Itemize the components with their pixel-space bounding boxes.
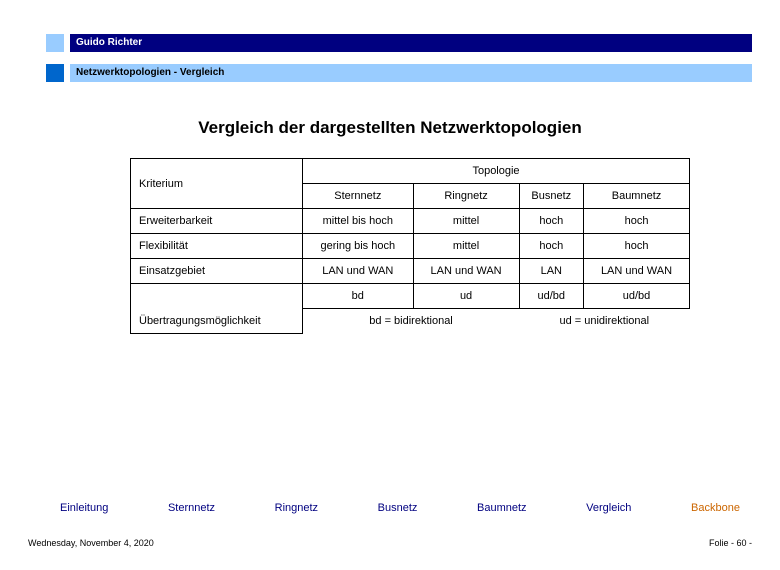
col-sternnetz: Sternnetz bbox=[303, 184, 414, 209]
table-row: Erweiterbarkeit mittel bis hoch mittel h… bbox=[131, 209, 690, 234]
cell: ud/bd bbox=[584, 284, 690, 309]
page-title: Vergleich der dargestellten Netzwerktopo… bbox=[0, 118, 780, 138]
row-label-ubertragung: Übertragungsmöglichkeit bbox=[131, 309, 303, 334]
decor-square-light bbox=[46, 34, 64, 52]
decor-square-blue bbox=[46, 64, 64, 82]
col-baumnetz: Baumnetz bbox=[584, 184, 690, 209]
col-busnetz: Busnetz bbox=[519, 184, 583, 209]
legend-bd: bd = bidirektional bbox=[303, 309, 520, 334]
cell: gering bis hoch bbox=[303, 234, 414, 259]
nav-busnetz[interactable]: Busnetz bbox=[378, 502, 418, 514]
cell: ud bbox=[413, 284, 519, 309]
cell: hoch bbox=[584, 234, 690, 259]
row-label bbox=[131, 284, 303, 309]
criterion-header: Kriterium bbox=[131, 159, 303, 209]
comparison-table: Kriterium Topologie Sternnetz Ringnetz B… bbox=[130, 158, 690, 334]
row-label: Einsatzgebiet bbox=[131, 259, 303, 284]
cell: LAN und WAN bbox=[413, 259, 519, 284]
col-ringnetz: Ringnetz bbox=[413, 184, 519, 209]
nav-baumnetz[interactable]: Baumnetz bbox=[477, 502, 527, 514]
cell: LAN und WAN bbox=[584, 259, 690, 284]
legend-ud: ud = unidirektional bbox=[519, 309, 689, 334]
table-row: Einsatzgebiet LAN und WAN LAN und WAN LA… bbox=[131, 259, 690, 284]
header-band-dark bbox=[70, 34, 752, 52]
nav-vergleich[interactable]: Vergleich bbox=[586, 502, 631, 514]
cell: hoch bbox=[584, 209, 690, 234]
table-row: bd ud ud/bd ud/bd bbox=[131, 284, 690, 309]
nav-backbone[interactable]: Backbone bbox=[691, 502, 740, 514]
footer-folie: Folie - 60 - bbox=[709, 538, 752, 548]
cell: mittel bbox=[413, 234, 519, 259]
bottom-nav: Einleitung Sternnetz Ringnetz Busnetz Ba… bbox=[60, 502, 740, 514]
cell: ud/bd bbox=[519, 284, 583, 309]
breadcrumb: Netzwerktopologien - Vergleich bbox=[76, 67, 224, 78]
author-name: Guido Richter bbox=[76, 37, 142, 48]
cell: mittel bbox=[413, 209, 519, 234]
nav-ringnetz[interactable]: Ringnetz bbox=[275, 502, 318, 514]
cell: bd bbox=[303, 284, 414, 309]
cell: LAN bbox=[519, 259, 583, 284]
footer-date: Wednesday, November 4, 2020 bbox=[28, 538, 154, 548]
cell: hoch bbox=[519, 234, 583, 259]
row-label: Flexibilität bbox=[131, 234, 303, 259]
nav-einleitung[interactable]: Einleitung bbox=[60, 502, 108, 514]
slide: Guido Richter Netzwerktopologien - Vergl… bbox=[0, 0, 780, 570]
table-row: Übertragungsmöglichkeit bd = bidirektion… bbox=[131, 309, 690, 334]
cell: LAN und WAN bbox=[303, 259, 414, 284]
nav-sternnetz[interactable]: Sternnetz bbox=[168, 502, 215, 514]
table-row: Flexibilität gering bis hoch mittel hoch… bbox=[131, 234, 690, 259]
row-label: Erweiterbarkeit bbox=[131, 209, 303, 234]
topology-header: Topologie bbox=[303, 159, 690, 184]
cell: hoch bbox=[519, 209, 583, 234]
cell: mittel bis hoch bbox=[303, 209, 414, 234]
